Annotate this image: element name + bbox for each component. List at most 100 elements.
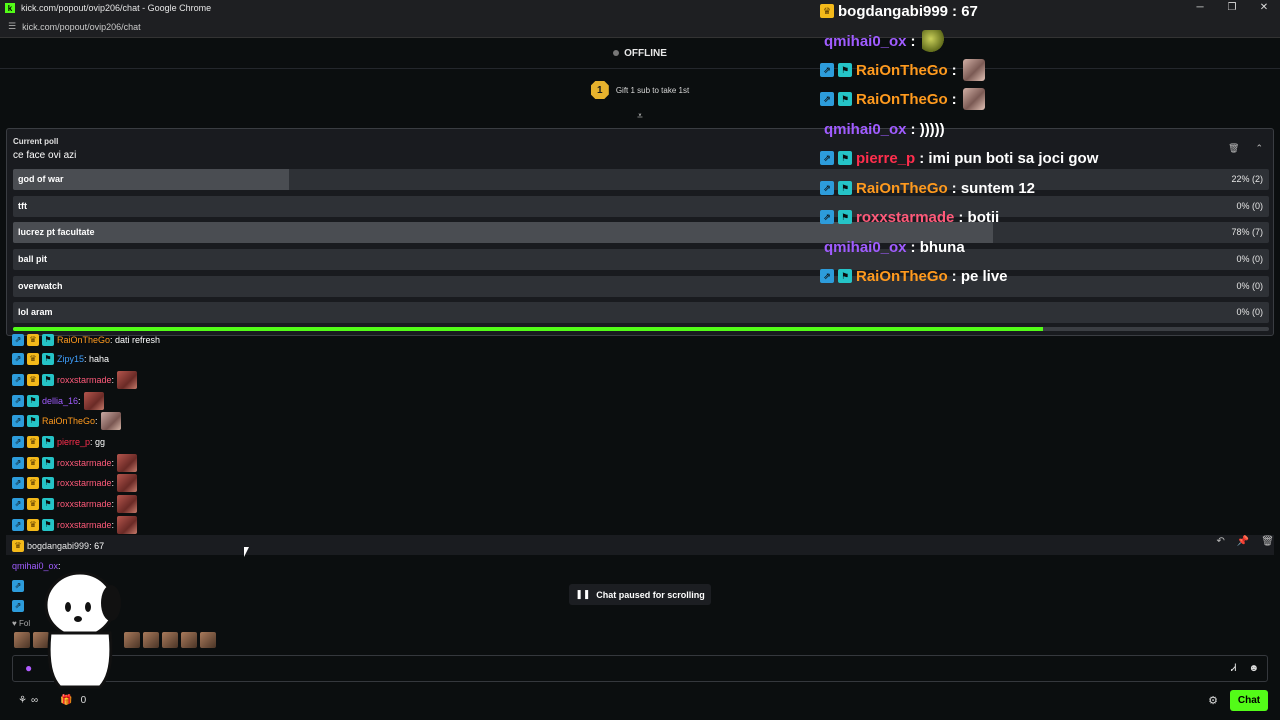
poll-option[interactable]: lucrez pt facultate 78% (7) [13, 222, 1269, 243]
emote-icon[interactable] [124, 632, 140, 648]
og-badge-icon: ⇗ [12, 599, 24, 612]
mod-badge-icon: ⚑ [42, 435, 54, 448]
chat-message[interactable]: ⇗ ♛ ⚑ roxxstarmade : [12, 515, 138, 534]
chat-username[interactable]: RaiOnTheGo [57, 335, 110, 345]
overlay-username: bogdangabi999 [838, 2, 949, 20]
og-badge-icon: ⇗ [12, 373, 24, 386]
emote-icon[interactable] [181, 632, 197, 648]
chat-username[interactable]: roxxstarmade [57, 520, 112, 530]
chat-message[interactable]: ⇗ ♛ ⚑ Zipy15 : haha [12, 350, 109, 367]
poll-option[interactable]: god of war 22% (2) [13, 169, 1269, 190]
mic-icon[interactable]: ● [25, 661, 32, 675]
trash-icon[interactable]: 🗑 [1228, 143, 1239, 154]
chat-text: : [78, 395, 81, 406]
address-bar[interactable]: ☰ kick.com/popout/ovip206/chat [0, 16, 1280, 38]
poll-option[interactable]: lol aram 0% (0) [13, 302, 1269, 323]
emote-icon [962, 88, 985, 110]
emote-icon[interactable] [200, 632, 216, 648]
emote-icon[interactable] [143, 632, 159, 648]
chat-input[interactable]: ● Ꮧ ☻ [12, 655, 1268, 682]
chat-text: : [111, 374, 115, 385]
emote-icon[interactable] [162, 632, 178, 648]
poll-option[interactable]: overwatch 0% (0) [13, 276, 1269, 297]
maximize-icon[interactable]: ❐ [1216, 0, 1248, 16]
overlay-message: ⇗ ⚑ RaiOnTheGo : [820, 86, 985, 112]
mod-badge-icon: ⚑ [42, 352, 54, 365]
rank-badge: 1 [590, 81, 609, 99]
mod-badge-icon: ⚑ [838, 210, 852, 224]
chat-text: : 67 [89, 540, 105, 551]
crown-badge-icon: ♛ [820, 4, 834, 18]
mod-badge-icon: ⚑ [838, 92, 852, 106]
emote-icon[interactable] [14, 632, 30, 648]
chat-message[interactable]: ⇗ ♛ ⚑ pierre_p : gg [12, 433, 105, 450]
poll-option[interactable]: tft 0% (0) [13, 196, 1269, 217]
crown-badge-icon: ♛ [12, 539, 24, 552]
gift-leaderboard[interactable]: 1 Gift 1 sub to take 1st [0, 78, 1280, 102]
poll-option-percent: 0% (0) [1236, 307, 1263, 317]
chat-text: : [111, 498, 115, 509]
crown-badge-icon: ♛ [27, 333, 39, 346]
og-badge-icon: ⇗ [820, 269, 834, 283]
chat-text: : haha [84, 353, 110, 364]
chat-username[interactable]: dellia_16 [42, 396, 78, 406]
og-badge-icon: ⇗ [820, 210, 834, 224]
overlay-text: : bhuna [910, 238, 965, 256]
hovered-message-row[interactable] [6, 535, 1274, 555]
poll-label: Current poll [13, 137, 59, 146]
chat-paused-button[interactable]: ❚❚ Chat paused for scrolling [569, 584, 711, 605]
crown-badge-icon: ♛ [27, 497, 39, 510]
window-controls: ─ ❐ ✕ [1184, 0, 1280, 16]
poll-option-label: ball pit [18, 254, 47, 264]
tune-icon[interactable]: ☰ [8, 21, 16, 32]
chat-text: : [111, 457, 115, 468]
chat-message-partial: ⇗ [12, 597, 27, 614]
poll-option-percent: 0% (0) [1236, 254, 1263, 264]
chat-message[interactable]: ⇗ ♛ ⚑ roxxstarmade : [12, 473, 138, 492]
chat-message[interactable]: ⇗ ⚑ dellia_16 : [12, 391, 104, 410]
overlay-text: : [951, 61, 957, 79]
chat-username[interactable]: roxxstarmade [57, 375, 112, 385]
points-icon[interactable]: ⚘ [18, 695, 27, 706]
chat-text: : [111, 519, 115, 530]
translate-icon[interactable]: Ꮧ [1231, 663, 1236, 674]
chat-message[interactable]: ⇗ ♛ ⚑ RaiOnTheGo : dati refresh [12, 331, 160, 348]
og-badge-icon: ⇗ [12, 414, 24, 427]
url-text[interactable]: kick.com/popout/ovip206/chat [22, 22, 141, 32]
pin-icon[interactable]: 📌 [1237, 536, 1249, 547]
chat-send-button[interactable]: Chat [1230, 690, 1268, 711]
chat-username[interactable]: RaiOnTheGo [42, 416, 95, 426]
chat-username[interactable]: pierre_p [57, 437, 90, 447]
minimize-icon[interactable]: ─ [1184, 0, 1216, 16]
reply-icon[interactable]: ↶ [1216, 536, 1224, 547]
og-badge-icon: ⇗ [12, 435, 24, 448]
stream-status: OFFLINE [0, 38, 1280, 69]
poll-option[interactable]: ball pit 0% (0) [13, 249, 1269, 270]
og-badge-icon: ⇗ [12, 394, 24, 407]
chat-message[interactable]: ⇗ ♛ ⚑ roxxstarmade : [12, 453, 138, 472]
poll-option-label: lucrez pt facultate [18, 227, 95, 237]
chat-username[interactable]: roxxstarmade [57, 478, 112, 488]
chat-username[interactable]: roxxstarmade [57, 458, 112, 468]
gear-icon[interactable]: ⚙ [1208, 694, 1218, 707]
chat-username[interactable]: roxxstarmade [57, 499, 112, 509]
chat-message[interactable]: ⇗ ♛ ⚑ roxxstarmade : [12, 370, 138, 389]
mod-badge-icon: ⚑ [42, 333, 54, 346]
chat-message[interactable]: ⇗ ♛ ⚑ roxxstarmade : [12, 494, 138, 513]
close-icon[interactable]: ✕ [1248, 0, 1280, 16]
mod-badge-icon: ⚑ [42, 518, 54, 531]
emote-icon [117, 473, 138, 492]
overlay-message: ⇗ ⚑ RaiOnTheGo : suntem 12 [820, 175, 1035, 201]
gift-icon[interactable]: 🎁 [60, 695, 72, 706]
chat-username[interactable]: bogdangabi999 [27, 541, 89, 551]
collapse-icon[interactable]: ⩡ [634, 111, 646, 123]
chat-message[interactable]: ⇗ ⚑ RaiOnTheGo : [12, 411, 121, 430]
chevron-up-icon[interactable]: ⌃ [1255, 143, 1263, 154]
chat-username[interactable]: Zipy15 [57, 354, 84, 364]
emoji-icon[interactable]: ☻ [1248, 663, 1259, 674]
overlay-username: roxxstarmade [856, 208, 955, 226]
chat-message[interactable]: ♛ bogdangabi999 : 67 [12, 537, 104, 554]
overlay-message: ⇗ ⚑ RaiOnTheGo : [820, 57, 985, 83]
mascot-sticker [44, 571, 121, 689]
delete-icon[interactable]: 🗑 [1261, 536, 1274, 547]
